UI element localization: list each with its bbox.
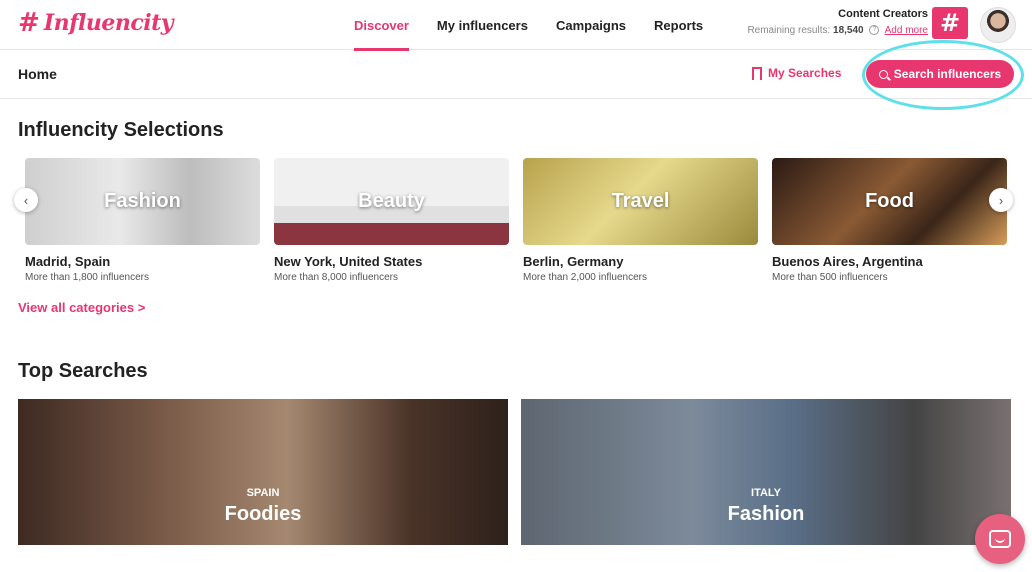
tab-campaigns[interactable]: Campaigns	[542, 0, 640, 50]
card-image: Beauty	[274, 158, 509, 245]
top-searches-title: Top Searches	[18, 360, 148, 382]
tab-reports[interactable]: Reports	[640, 0, 717, 50]
search-icon	[878, 69, 888, 79]
card-category: Beauty	[358, 190, 425, 212]
chat-button[interactable]	[975, 514, 1025, 564]
card-image: Food	[772, 158, 1007, 245]
top-search-country: ITALY	[751, 487, 781, 499]
card-count: More than 1,800 influencers	[25, 272, 149, 283]
card-category: Fashion	[104, 190, 181, 212]
selection-card[interactable]: Beauty New York, United States More than…	[274, 158, 509, 283]
main-nav: Discover My influencers Campaigns Report…	[340, 0, 717, 51]
top-search-country: SPAIN	[246, 487, 280, 499]
tab-my-influencers[interactable]: My influencers	[423, 0, 542, 50]
card-category: Travel	[611, 190, 670, 212]
my-searches-button[interactable]: My Searches	[752, 66, 842, 84]
breadcrumb[interactable]: Home	[18, 66, 57, 82]
tab-discover[interactable]: Discover	[340, 0, 423, 51]
workspace-logo-icon[interactable]: #	[932, 7, 968, 39]
search-influencers-label: Search influencers	[893, 67, 1002, 81]
account-info: Content Creators Remaining results: 18,5…	[747, 8, 928, 36]
card-city: Buenos Aires, Argentina	[772, 254, 923, 269]
info-icon[interactable]: ?	[869, 25, 880, 36]
card-city: Madrid, Spain	[25, 254, 111, 269]
add-more-link[interactable]: Add more	[885, 25, 928, 36]
top-search-theme: Fashion	[727, 503, 805, 525]
card-city: New York, United States	[274, 254, 423, 269]
avatar[interactable]	[980, 7, 1016, 43]
search-influencers-button[interactable]: Search influencers	[866, 60, 1014, 88]
card-image: Fashion	[25, 158, 260, 245]
remaining-results: Remaining results: 18,540 ? Add more	[747, 25, 928, 36]
selections-title: Influencity Selections	[18, 119, 224, 141]
card-count: More than 500 influencers	[772, 272, 888, 283]
top-search-card[interactable]: SPAIN Foodies	[18, 399, 508, 545]
plan-name: Content Creators	[838, 8, 928, 20]
remaining-value: 18,540	[833, 25, 864, 36]
selection-card[interactable]: Fashion Madrid, Spain More than 1,800 in…	[25, 158, 260, 283]
top-search-theme: Foodies	[224, 503, 302, 525]
bookmark-icon	[752, 66, 762, 84]
selection-card[interactable]: Food Buenos Aires, Argentina More than 5…	[772, 158, 1007, 283]
card-count: More than 8,000 influencers	[274, 272, 398, 283]
brand-name: Influencity	[43, 10, 174, 36]
card-count: More than 2,000 influencers	[523, 272, 647, 283]
view-all-categories-link[interactable]: View all categories >	[18, 300, 145, 315]
chevron-left-icon[interactable]: ‹	[14, 188, 38, 212]
chevron-right-icon[interactable]: ›	[989, 188, 1013, 212]
top-bar: # Influencity Discover My influencers Ca…	[0, 0, 1032, 51]
selections-carousel: Fashion Madrid, Spain More than 1,800 in…	[25, 158, 1007, 283]
hashtag-logo-icon: #	[18, 8, 40, 38]
top-search-card[interactable]: ITALY Fashion	[521, 399, 1011, 545]
card-category: Food	[865, 190, 914, 212]
chat-icon	[989, 530, 1011, 548]
selection-card[interactable]: Travel Berlin, Germany More than 2,000 i…	[523, 158, 758, 283]
logo[interactable]: # Influencity	[18, 8, 174, 38]
top-searches-list: SPAIN Foodies ITALY Fashion	[18, 399, 1011, 545]
remaining-label: Remaining results:	[747, 25, 831, 36]
card-city: Berlin, Germany	[523, 254, 624, 269]
my-searches-label: My Searches	[768, 66, 842, 80]
card-image: Travel	[523, 158, 758, 245]
